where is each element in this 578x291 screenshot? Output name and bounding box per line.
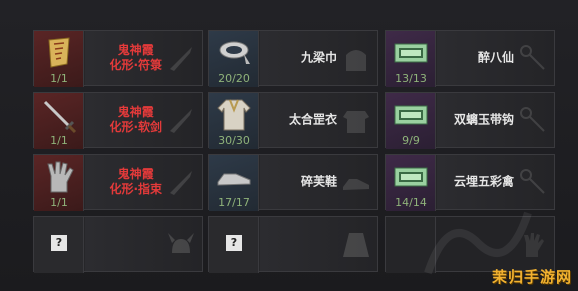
item-name: 醉八仙	[477, 50, 514, 65]
cape-silhouette-icon	[343, 233, 369, 257]
dagger-silhouette-icon	[170, 171, 192, 195]
item-name-area: 鬼神霞 化形·符箓	[85, 31, 202, 85]
item-icon-box: 20/20	[209, 31, 259, 87]
item-name-line: 化形·指束	[109, 182, 162, 196]
item-icon-box: 1/1	[34, 155, 84, 211]
item-name-area: 云埋五彩禽	[437, 155, 554, 209]
item-icon-box: 30/30	[209, 93, 259, 149]
jade-belt-icon	[394, 167, 428, 187]
equipment-slot[interactable]: 13/13 醉八仙	[385, 30, 555, 87]
equipment-slot-locked[interactable]: ?	[33, 216, 203, 273]
dagger-silhouette-icon	[170, 47, 192, 71]
dagger-silhouette-icon	[170, 109, 192, 133]
item-name-area: 碎芙鞋	[260, 155, 377, 209]
equipment-slot[interactable]: 20/20 九梁巾	[208, 30, 378, 87]
clawed-glove-icon	[47, 161, 74, 193]
item-name-line: 化形·软剑	[109, 120, 162, 134]
chain-silhouette-icon	[520, 45, 545, 70]
item-count: 17/17	[218, 196, 250, 209]
item-name: 云埋五彩禽	[453, 174, 514, 189]
item-icon-box: 13/13	[386, 31, 436, 87]
item-icon-box: ?	[209, 217, 259, 273]
armor-silhouette-icon	[343, 111, 369, 133]
item-name: 鬼神霞 化形·指束	[109, 167, 162, 197]
robe-icon	[217, 99, 251, 131]
item-name-line: 鬼神霞	[117, 43, 154, 57]
item-icon-box: 17/17	[209, 155, 259, 211]
item-name: 鬼神霞 化形·软剑	[109, 105, 162, 135]
item-count: 1/1	[50, 72, 68, 85]
cloth-shoe-icon	[217, 173, 251, 186]
equipment-slot[interactable]: 9/9 双螭玉带钩	[385, 92, 555, 149]
shoe-silhouette-icon	[343, 179, 369, 190]
item-name-area: 醉八仙	[437, 31, 554, 85]
item-name-area: 太合罡衣	[260, 93, 377, 147]
item-count: 30/30	[218, 134, 250, 147]
item-icon-box: ?	[34, 217, 84, 273]
item-name-area	[260, 217, 377, 271]
hood-silhouette-icon	[346, 50, 366, 71]
item-name: 鬼神霞 化形·符箓	[109, 43, 162, 73]
equipment-slot[interactable]: 30/30 太合罡衣	[208, 92, 378, 149]
item-count: 20/20	[218, 72, 250, 85]
item-icon-box: 1/1	[34, 31, 84, 87]
unknown-icon: ?	[226, 235, 242, 251]
talisman-paper-icon	[48, 37, 70, 68]
item-name-area	[85, 217, 202, 271]
equipment-slot[interactable]: 1/1 鬼神霞 化形·指束	[33, 154, 203, 211]
equipment-slot[interactable]: 14/14 云埋五彩禽	[385, 154, 555, 211]
item-name: 九梁巾	[300, 50, 337, 65]
item-name-line: 化形·符箓	[109, 58, 162, 72]
watermark-text: 茉归手游网	[491, 268, 572, 286]
equipment-slot-locked[interactable]: ?	[208, 216, 378, 273]
item-name-line: 鬼神霞	[117, 105, 154, 119]
item-name-area: 鬼神霞 化形·指束	[85, 155, 202, 209]
chain-silhouette-icon	[520, 169, 545, 194]
item-name-area: 九梁巾	[260, 31, 377, 85]
chain-silhouette-icon	[520, 107, 545, 132]
item-count: 1/1	[50, 134, 68, 147]
equipment-slot[interactable]: 17/17 碎芙鞋	[208, 154, 378, 211]
jade-belt-icon	[394, 43, 428, 63]
horned-helmet-silhouette-icon	[168, 233, 194, 253]
item-count: 9/9	[402, 134, 420, 147]
unknown-icon: ?	[51, 235, 67, 251]
headband-icon	[219, 41, 250, 64]
equipment-collection-panel: 1/1 鬼神霞 化形·符箓 1/1 鬼神霞 化形·软剑 1/1 鬼神霞 化形·指…	[0, 0, 578, 291]
jade-belt-icon	[394, 105, 428, 125]
item-name-area: 双螭玉带钩	[437, 93, 554, 147]
item-name-line: 鬼神霞	[117, 167, 154, 181]
item-name: 碎芙鞋	[300, 174, 337, 189]
item-icon-box: 9/9	[386, 93, 436, 149]
equipment-slot[interactable]: 1/1 鬼神霞 化形·符箓	[33, 30, 203, 87]
item-name-area: 鬼神霞 化形·软剑	[85, 93, 202, 147]
item-name: 双螭玉带钩	[453, 112, 514, 127]
item-icon-box: 1/1	[34, 93, 84, 149]
item-count: 13/13	[395, 72, 427, 85]
equipment-slot[interactable]: 1/1 鬼神霞 化形·软剑	[33, 92, 203, 149]
sword-icon	[43, 100, 77, 134]
item-count: 1/1	[50, 196, 68, 209]
item-name: 太合罡衣	[288, 112, 337, 127]
